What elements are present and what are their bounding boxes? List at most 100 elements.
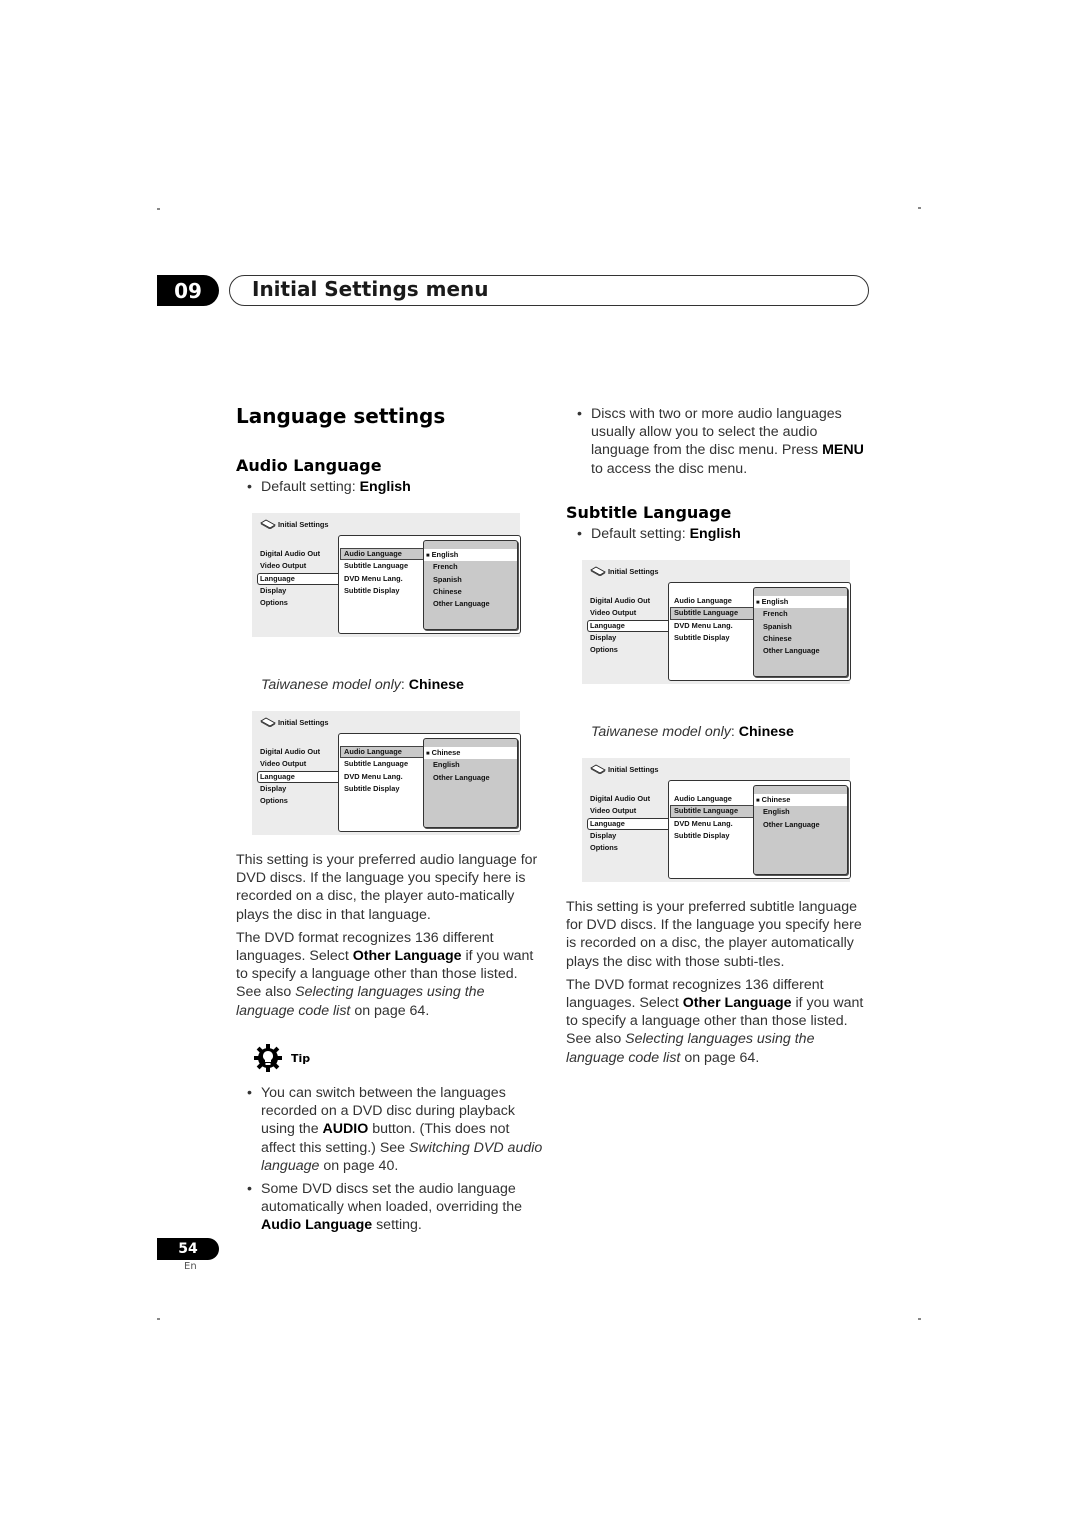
osd-menu-item[interactable]: Video Output	[588, 805, 670, 817]
tip-item: You can switch between the languages rec…	[236, 1084, 546, 1175]
osd-option[interactable]: Other Language	[424, 598, 517, 610]
subtitle-language-heading: Subtitle Language	[566, 503, 732, 522]
osd-menu-item[interactable]: Digital Audio Out	[588, 793, 670, 805]
osd-option[interactable]: Other Language	[754, 645, 847, 657]
osd-option-current[interactable]: English	[754, 596, 847, 609]
osd-menu-item-selected[interactable]: Language	[587, 619, 670, 632]
osd-submenu-panel: Audio Language Subtitle Language DVD Men…	[338, 535, 521, 634]
osd-option[interactable]: Other Language	[754, 819, 847, 831]
osd-menu-item[interactable]: Display	[588, 632, 670, 644]
osd-submenu-item-highlighted[interactable]: Subtitle Language	[670, 607, 755, 620]
osd-menu-item[interactable]: Digital Audio Out	[588, 595, 670, 607]
osd-submenu-item[interactable]: Subtitle Display	[671, 632, 755, 644]
osd-menu-item[interactable]: Display	[258, 783, 340, 795]
osd-menu-item[interactable]: Options	[588, 842, 670, 854]
osd-screen-subtitle-standard: Initial Settings Digital Audio Out Video…	[582, 560, 851, 684]
osd-header: Initial Settings	[590, 764, 659, 774]
osd-menu-item[interactable]: Options	[258, 795, 340, 807]
osd-option[interactable]: French	[754, 608, 847, 620]
osd-option[interactable]: Chinese	[754, 633, 847, 645]
osd-submenu-item[interactable]: Subtitle Display	[341, 585, 425, 597]
osd-submenu-item[interactable]: Audio Language	[671, 595, 755, 607]
tip-header: Tip	[253, 1043, 310, 1073]
subtitle-taiwan-note: Taiwanese model only: Chinese	[591, 724, 794, 740]
osd-option[interactable]: Spanish	[424, 574, 517, 586]
osd-option[interactable]: Spanish	[754, 621, 847, 633]
osd-main-menu: Digital Audio Out Video Output Language …	[587, 595, 670, 656]
osd-title: Initial Settings	[608, 764, 659, 774]
osd-option[interactable]: Chinese	[424, 586, 517, 598]
chapter-title: Initial Settings menu	[252, 277, 489, 301]
osd-submenu-item[interactable]: Subtitle Display	[341, 783, 425, 795]
chapter-title-box: Initial Settings menu	[229, 275, 869, 306]
osd-header: Initial Settings	[590, 566, 659, 576]
tip-label: Tip	[291, 1051, 311, 1065]
osd-submenu-item[interactable]: Subtitle Language	[341, 560, 425, 572]
osd-option[interactable]: French	[424, 561, 517, 573]
osd-submenu-item-highlighted[interactable]: Audio Language	[340, 548, 425, 561]
osd-submenu-item[interactable]: Audio Language	[671, 793, 755, 805]
crop-mark	[918, 1318, 921, 1320]
osd-submenu-panel: Audio Language Subtitle Language DVD Men…	[668, 582, 851, 681]
page-language: En	[184, 1261, 197, 1272]
osd-main-menu: Digital Audio Out Video Output Language …	[587, 793, 670, 854]
osd-main-menu: Digital Audio Out Video Output Language …	[257, 746, 340, 807]
disc-icon	[260, 717, 276, 727]
chapter-number: 09	[157, 275, 219, 306]
osd-option[interactable]: English	[424, 759, 517, 771]
osd-menu-item[interactable]: Video Output	[258, 758, 340, 770]
section-title: Language settings	[236, 404, 446, 428]
osd-menu-item[interactable]: Options	[588, 644, 670, 656]
osd-submenu-item[interactable]: DVD Menu Lang.	[671, 620, 755, 632]
subtitle-default-setting: Default setting: English	[566, 525, 866, 543]
osd-submenu-panel: Audio Language Subtitle Language DVD Men…	[338, 733, 521, 832]
subtitle-para-2: The DVD format recognizes 136 different …	[566, 976, 864, 1066]
tip-item: Some DVD discs set the audio language au…	[236, 1180, 546, 1235]
osd-option-current[interactable]: Chinese	[754, 794, 847, 807]
crop-mark	[157, 1318, 160, 1320]
page-number: 54	[157, 1238, 219, 1260]
disc-icon	[590, 764, 606, 774]
osd-options-panel: English French Spanish Chinese Other Lan…	[423, 540, 518, 630]
osd-menu-item[interactable]: Digital Audio Out	[258, 746, 340, 758]
osd-menu-item[interactable]: Display	[258, 585, 340, 597]
audio-default-setting: Default setting: English	[236, 478, 536, 496]
disc-icon	[590, 566, 606, 576]
osd-option[interactable]: English	[754, 806, 847, 818]
osd-title: Initial Settings	[278, 717, 329, 727]
osd-title: Initial Settings	[278, 519, 329, 529]
osd-options-panel: English French Spanish Chinese Other Lan…	[753, 587, 848, 677]
osd-menu-item-selected[interactable]: Language	[257, 572, 340, 585]
osd-option[interactable]: Other Language	[424, 772, 517, 784]
audio-taiwan-note: Taiwanese model only: Chinese	[261, 677, 464, 693]
osd-options-panel: Chinese English Other Language	[753, 785, 848, 875]
osd-option-current[interactable]: Chinese	[424, 747, 517, 760]
osd-submenu-item[interactable]: DVD Menu Lang.	[671, 818, 755, 830]
audio-language-heading: Audio Language	[236, 456, 382, 475]
disc-icon	[260, 519, 276, 529]
osd-screen-audio-standard: Initial Settings Digital Audio Out Video…	[252, 513, 521, 637]
osd-submenu-item[interactable]: DVD Menu Lang.	[341, 573, 425, 585]
audio-description: This setting is your preferred audio lan…	[236, 851, 541, 1025]
osd-submenu-item[interactable]: DVD Menu Lang.	[341, 771, 425, 783]
osd-menu-item[interactable]: Video Output	[588, 607, 670, 619]
osd-menu-item[interactable]: Video Output	[258, 560, 340, 572]
osd-menu-item-selected[interactable]: Language	[587, 817, 670, 830]
osd-menu-item[interactable]: Display	[588, 830, 670, 842]
osd-main-menu: Digital Audio Out Video Output Language …	[257, 548, 340, 609]
subtitle-para-1: This setting is your preferred subtitle …	[566, 899, 862, 970]
osd-submenu-item[interactable]: Subtitle Display	[671, 830, 755, 842]
osd-options-panel: Chinese English Other Language	[423, 738, 518, 828]
osd-header: Initial Settings	[260, 717, 329, 727]
osd-submenu-item-highlighted[interactable]: Audio Language	[340, 746, 425, 759]
osd-submenu-item[interactable]: Subtitle Language	[341, 758, 425, 770]
osd-menu-item[interactable]: Digital Audio Out	[258, 548, 340, 560]
osd-submenu-item-highlighted[interactable]: Subtitle Language	[670, 805, 755, 818]
osd-option-current[interactable]: English	[424, 549, 517, 562]
osd-screen-audio-taiwan: Initial Settings Digital Audio Out Video…	[252, 711, 521, 835]
osd-submenu-panel: Audio Language Subtitle Language DVD Men…	[668, 780, 851, 879]
osd-menu-item[interactable]: Options	[258, 597, 340, 609]
crop-mark	[918, 207, 921, 209]
osd-screen-subtitle-taiwan: Initial Settings Digital Audio Out Video…	[582, 758, 851, 882]
osd-menu-item-selected[interactable]: Language	[257, 770, 340, 783]
